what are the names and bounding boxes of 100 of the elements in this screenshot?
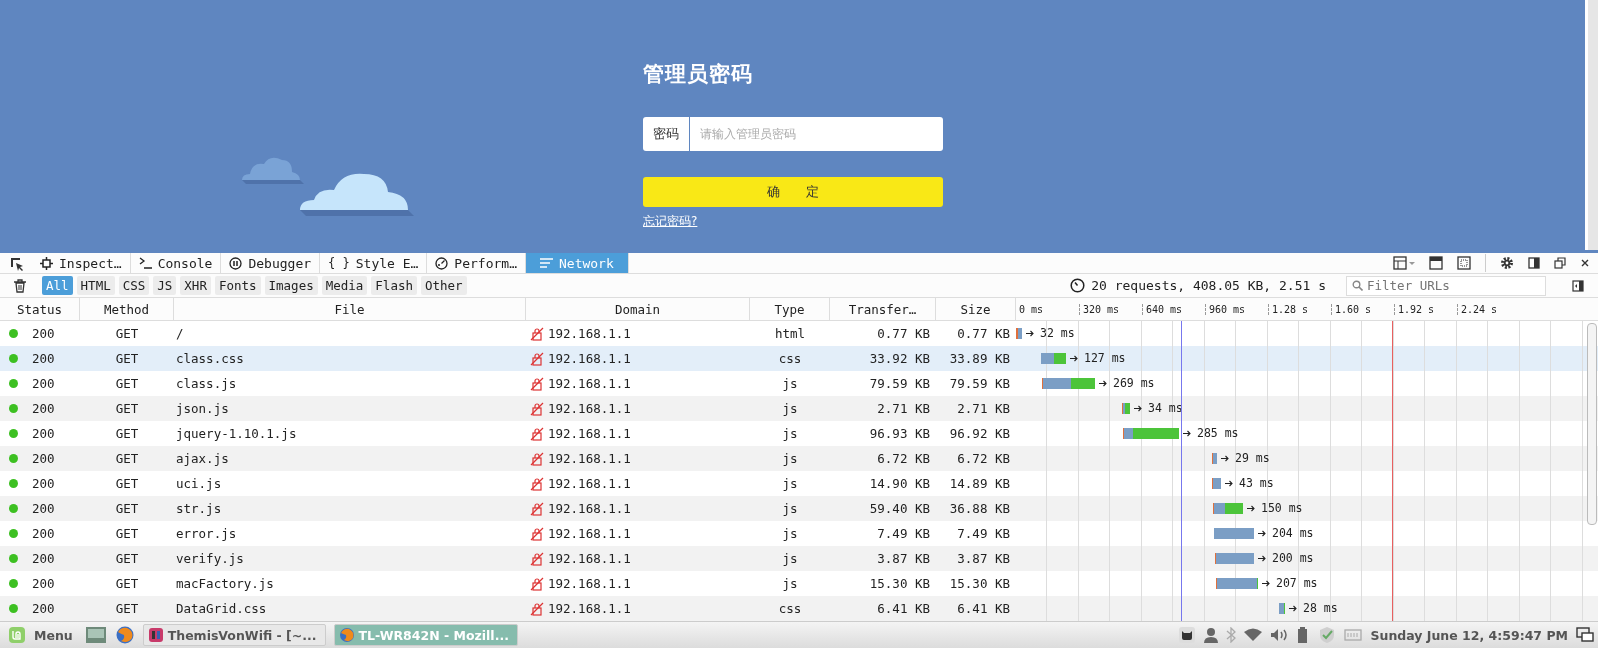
split-console-icon[interactable] (1429, 256, 1443, 270)
type-cell: js (782, 501, 798, 516)
password-field[interactable]: 请输入管理员密码 (690, 117, 943, 151)
filter-button[interactable]: Media (321, 276, 368, 295)
request-row[interactable]: 200 GET json.js 192.168.1.1 js 2.71 KB 2.71 KB 34 ms (0, 396, 1598, 421)
insecure-lock-icon (530, 476, 544, 491)
filter-button[interactable]: HTML (76, 276, 115, 295)
undock-icon[interactable] (1554, 257, 1566, 269)
devtools-tab[interactable]: Inspect… (32, 253, 131, 273)
sidebar-toggle-icon[interactable] (1572, 279, 1584, 292)
transferred-cell: 3.87 KB (877, 551, 930, 566)
request-row[interactable]: 200 GET verify.js 192.168.1.1 js 3.87 KB 3.87 KB 200 ms (0, 546, 1598, 571)
devtools-tab[interactable]: Debugger (221, 253, 321, 273)
type-cell: js (782, 551, 798, 566)
insecure-lock-icon (530, 526, 544, 541)
timing-label: 34 ms (1148, 401, 1183, 415)
domain-cell: 192.168.1.1 (548, 476, 631, 491)
column-header[interactable]: Type (750, 298, 830, 320)
show-desktop-icon[interactable] (84, 625, 107, 645)
filter-button[interactable]: Flash (371, 276, 417, 295)
scrollbar[interactable] (1587, 323, 1597, 525)
settings-icon[interactable] (1500, 256, 1514, 270)
wifi-icon[interactable] (1244, 628, 1263, 642)
transferred-cell: 6.72 KB (877, 451, 930, 466)
request-row[interactable]: 200 GET str.js 192.168.1.1 js 59.40 KB 36.88 KB 150 ms (0, 496, 1598, 521)
filter-urls-field[interactable]: Filter URLs (1346, 275, 1546, 296)
arrow-icon (1183, 429, 1191, 437)
size-cell: 79.59 KB (949, 376, 1010, 391)
timing-label: 200 ms (1272, 551, 1314, 565)
column-header[interactable]: File (174, 298, 526, 320)
arrow-icon (1262, 579, 1270, 587)
transferred-cell: 7.49 KB (877, 526, 930, 541)
status-code: 200 (32, 401, 55, 416)
status-dot (9, 604, 18, 613)
filter-button[interactable]: JS (153, 276, 177, 295)
column-header[interactable]: Status (0, 298, 80, 320)
request-row[interactable]: 200 GET ajax.js 192.168.1.1 js 6.72 KB 6.72 KB 29 ms (0, 446, 1598, 471)
page-title: 管理员密码 (643, 61, 754, 88)
method-cell: GET (115, 401, 139, 416)
menu-button[interactable]: Menu (34, 627, 73, 643)
element-picker-icon[interactable] (10, 257, 24, 271)
column-header[interactable]: Size (936, 298, 1016, 320)
status-dot (9, 554, 18, 563)
file-cell: json.js (176, 401, 229, 416)
timeline-tick: 1.28 s (1268, 303, 1331, 315)
column-header[interactable]: Method (80, 298, 174, 320)
transferred-cell: 6.41 KB (877, 601, 930, 616)
user-icon[interactable] (1204, 627, 1219, 643)
volume-icon[interactable] (1270, 628, 1289, 642)
filter-button[interactable]: Fonts (214, 276, 261, 295)
devtools-tab[interactable]: Console (130, 253, 222, 273)
cat-icon[interactable] (1178, 626, 1197, 644)
timing-bar (1122, 403, 1130, 414)
size-cell: 14.89 KB (949, 476, 1010, 491)
domain-cell: 192.168.1.1 (548, 376, 631, 391)
status-code: 200 (32, 476, 55, 491)
filter-button[interactable]: CSS (118, 276, 150, 295)
devtools-tab[interactable]: { } Style E… (320, 253, 428, 273)
status-code: 200 (32, 351, 55, 366)
method-cell: GET (115, 576, 139, 591)
file-cell: / (176, 326, 184, 341)
timing-label: 127 ms (1084, 351, 1126, 365)
size-cell: 7.49 KB (957, 526, 1010, 541)
scrollbar[interactable] (1585, 0, 1598, 250)
column-header[interactable]: Domain (526, 298, 750, 320)
filter-button[interactable]: Other (421, 276, 467, 295)
forgot-password-link[interactable]: 忘记密码? (643, 213, 698, 230)
column-header[interactable]: Transfer… (830, 298, 936, 320)
layout-icon[interactable] (1393, 256, 1415, 270)
domain-cell: 192.168.1.1 (548, 351, 631, 366)
type-cell: js (782, 451, 798, 466)
type-cell: css (778, 601, 802, 616)
confirm-button[interactable]: 确 定 (643, 177, 943, 207)
trash-icon[interactable] (14, 278, 26, 293)
insecure-lock-icon (530, 326, 544, 341)
globe-icon[interactable] (114, 625, 135, 645)
size-cell: 6.72 KB (957, 451, 1010, 466)
timing-label: 207 ms (1276, 576, 1318, 590)
filter-button[interactable]: Images (264, 276, 318, 295)
method-cell: GET (115, 551, 139, 566)
transferred-cell: 2.71 KB (877, 401, 930, 416)
request-row[interactable]: 200 GET DataGrid.css 192.168.1.1 css 6.41 KB 6.41 KB 28 ms (0, 596, 1598, 621)
clock[interactable]: Sunday June 12, 4:59:47 PM (1370, 627, 1568, 643)
timeline-tick: 640 ms (1142, 303, 1205, 315)
taskbar-window-button[interactable]: ThemisVonWifi - [~... (142, 624, 326, 646)
status-dot (9, 504, 18, 513)
windows-icon[interactable] (1576, 627, 1594, 643)
devtools-tab[interactable]: Perform… (427, 253, 526, 273)
arrow-icon (1289, 604, 1297, 612)
method-cell: GET (115, 426, 139, 441)
frame-icon[interactable] (1457, 256, 1471, 270)
file-cell: DataGrid.css (176, 601, 267, 616)
type-cell: js (782, 526, 798, 541)
shield-check-icon[interactable] (1318, 626, 1337, 644)
insecure-lock-icon (530, 376, 544, 391)
filter-button[interactable]: XHR (180, 276, 211, 295)
status-dot (9, 529, 18, 538)
request-row[interactable]: 200 GET class.css 192.168.1.1 css 33.92 KB 33.89 KB 127 ms (0, 346, 1598, 371)
dock-side-icon[interactable] (1528, 257, 1540, 269)
close-icon[interactable] (1580, 258, 1590, 268)
